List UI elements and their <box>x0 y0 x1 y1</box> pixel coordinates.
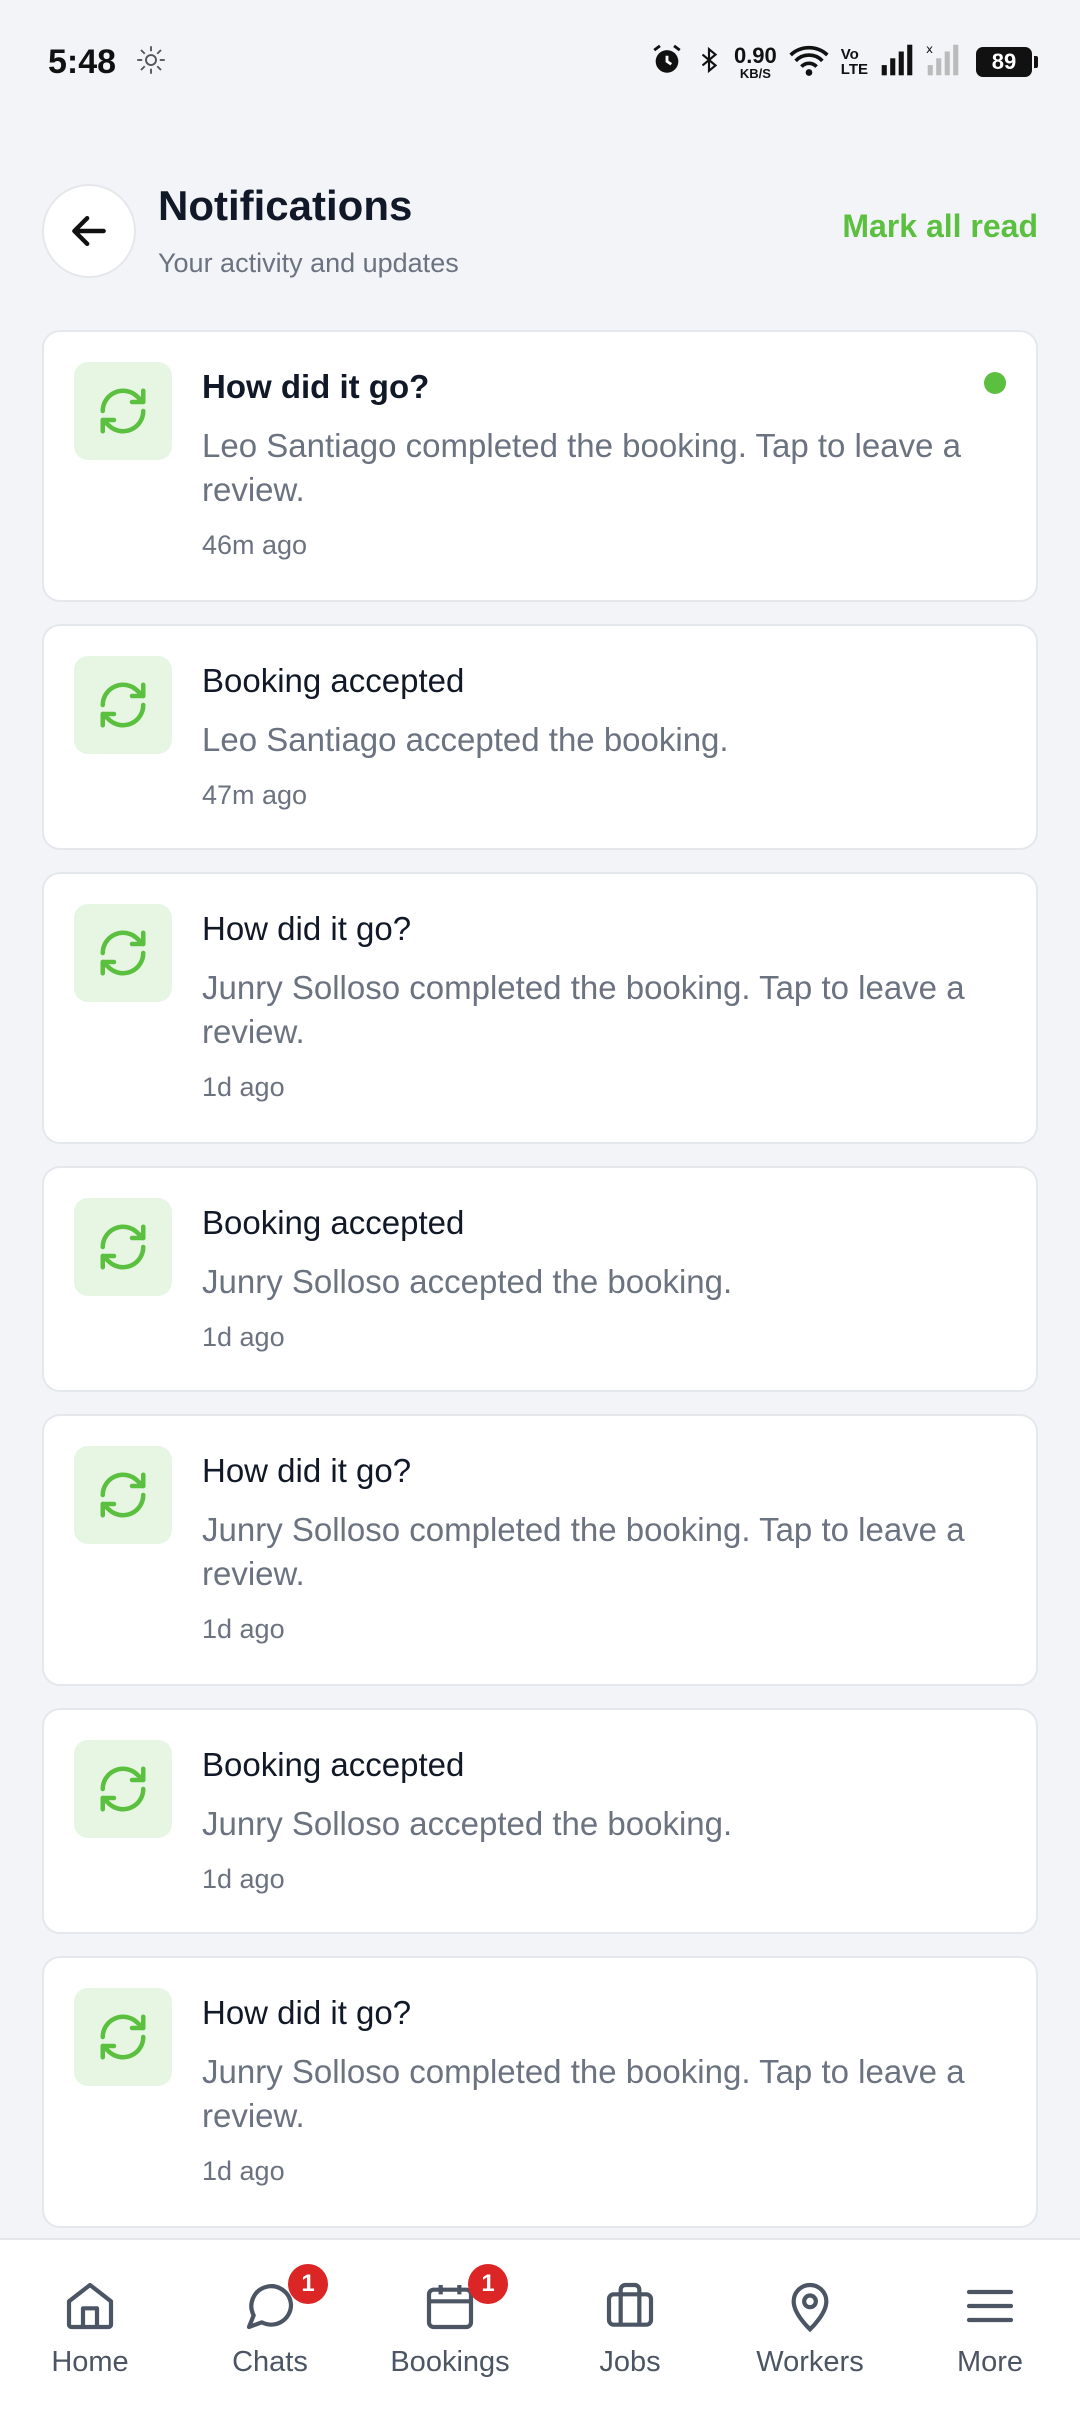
nav-label: Bookings <box>390 2346 510 2378</box>
notification-title: Booking accepted <box>202 662 465 699</box>
network-speed: 0.90 KB/S <box>733 42 777 81</box>
nav-bookings[interactable]: Bookings 1 <box>360 2240 540 2412</box>
battery-indicator: 89 <box>976 47 1038 77</box>
notification-card[interactable]: How did it go? Junry Solloso completed t… <box>42 872 1038 1144</box>
notification-body: Leo Santiago accepted the booking. <box>202 721 729 758</box>
mark-all-read-button[interactable]: Mark all read <box>842 208 1038 245</box>
page-title: Notifications <box>158 182 413 229</box>
nav-workers[interactable]: Workers <box>720 2240 900 2412</box>
nav-label: Home <box>51 2346 129 2378</box>
nav-jobs[interactable]: Jobs <box>540 2240 720 2412</box>
signal-weak-icon: x <box>926 42 960 82</box>
volte-indicator: Vo LTE <box>840 46 868 78</box>
notification-time: 46m ago <box>202 530 308 560</box>
notification-title: How did it go? <box>202 910 412 947</box>
chats-badge: 1 <box>288 2264 328 2304</box>
notification-card[interactable]: Booking accepted Junry Solloso accepted … <box>42 1166 1038 1392</box>
notification-time: 1d ago <box>202 2156 285 2186</box>
wifi-icon <box>789 43 829 82</box>
signal-icon <box>880 43 914 82</box>
notification-time: 1d ago <box>202 1322 285 1352</box>
refresh-icon <box>74 904 172 1002</box>
notification-body: Junry Solloso completed the booking. Tap… <box>202 969 965 1050</box>
refresh-icon <box>74 1198 172 1296</box>
notification-body: Junry Solloso accepted the booking. <box>202 1805 733 1842</box>
page-subtitle: Your activity and updates <box>158 248 459 278</box>
nav-label: More <box>956 2346 1024 2378</box>
notification-body: Junry Solloso completed the booking. Tap… <box>202 2053 965 2134</box>
notification-card[interactable]: How did it go? Junry Solloso completed t… <box>42 1414 1038 1686</box>
alarm-icon <box>650 43 684 82</box>
notification-card[interactable]: Booking accepted Junry Solloso accepted … <box>42 1708 1038 1934</box>
notification-time: 1d ago <box>202 1864 285 1894</box>
nav-more[interactable]: More <box>900 2240 1080 2412</box>
refresh-icon <box>74 362 172 460</box>
notification-time: 47m ago <box>202 780 308 810</box>
notification-title: How did it go? <box>202 1994 412 2031</box>
nav-label: Chats <box>232 2346 308 2378</box>
map-pin-icon <box>791 2282 829 2333</box>
notification-body: Junry Solloso accepted the booking. <box>202 1263 733 1300</box>
notification-card[interactable]: Booking accepted Leo Santiago accepted t… <box>42 624 1038 850</box>
notification-card[interactable]: How did it go? Junry Solloso completed t… <box>42 1956 1038 2228</box>
status-time: 5:48 <box>48 42 117 81</box>
refresh-icon <box>74 1988 172 2086</box>
notification-title: Booking accepted <box>202 1204 465 1241</box>
notification-card[interactable]: How did it go? Leo Santiago completed th… <box>42 330 1038 602</box>
bottom-nav: Home Chats 1 Bookings 1 Jobs Workers Mor… <box>0 2238 1080 2412</box>
refresh-icon <box>74 1446 172 1544</box>
briefcase-icon <box>606 2282 654 2327</box>
page-header: Notifications Your activity and updates … <box>42 182 1038 282</box>
back-button[interactable] <box>42 184 136 278</box>
nav-label: Workers <box>756 2346 864 2378</box>
refresh-icon <box>74 1740 172 1838</box>
svg-text:x: x <box>926 43 933 56</box>
unread-indicator <box>984 372 1006 394</box>
nav-label: Jobs <box>599 2346 661 2378</box>
nav-chats[interactable]: Chats 1 <box>180 2240 360 2412</box>
menu-icon <box>966 2289 1014 2323</box>
home-icon <box>66 2282 114 2330</box>
notification-body: Junry Solloso completed the booking. Tap… <box>202 1511 965 1592</box>
bluetooth-icon <box>696 43 722 82</box>
notification-title: How did it go? <box>202 1452 412 1489</box>
notification-title: How did it go? <box>202 368 430 405</box>
notification-time: 1d ago <box>202 1614 285 1644</box>
refresh-icon <box>74 656 172 754</box>
nav-home[interactable]: Home <box>0 2240 180 2412</box>
arrow-left-icon <box>72 215 106 247</box>
notification-title: Booking accepted <box>202 1746 465 1783</box>
notification-body: Leo Santiago completed the booking. Tap … <box>202 427 961 508</box>
brightness-icon <box>136 45 166 80</box>
bookings-badge: 1 <box>468 2264 508 2304</box>
notification-time: 1d ago <box>202 1072 285 1102</box>
status-bar: 5:48 0.90 KB/S Vo LTE x 89 <box>0 0 1080 124</box>
